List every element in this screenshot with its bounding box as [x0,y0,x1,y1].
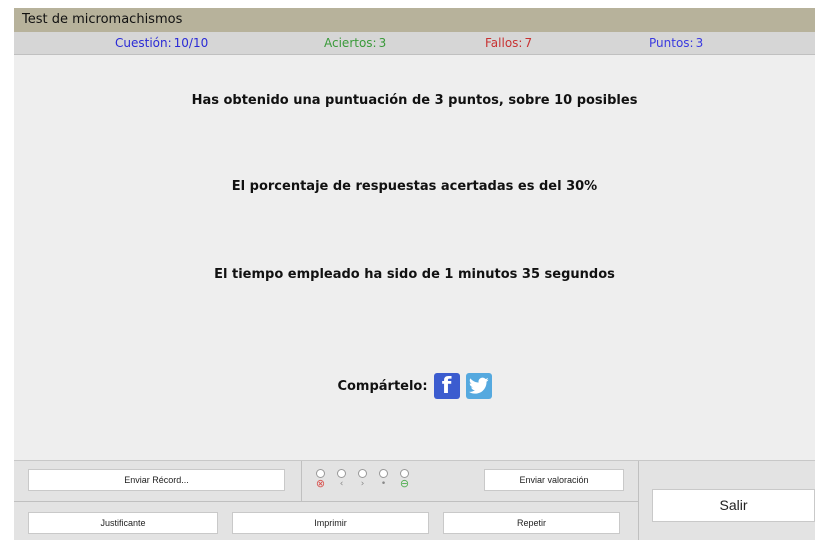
twitter-icon[interactable] [465,373,492,399]
facebook-glyph: f [441,374,452,399]
twitter-bird-icon [468,377,489,394]
exit-button[interactable]: Salir [652,489,815,522]
stats-bar: Cuestión: 10/10 Aciertos: 3 Fallos: 7 Punto… [14,32,815,55]
send-rating-button[interactable]: Enviar valoración [484,469,624,491]
share-label: Compártelo: [337,378,428,394]
rating-radio[interactable] [379,469,388,478]
rating-radio[interactable] [337,469,346,478]
rating-symbol: • [380,479,387,489]
rating-option-4[interactable]: • [373,467,394,493]
toolbar-divider [14,501,638,502]
rating-symbol: › [360,479,365,489]
fails-value: 7 [524,36,533,50]
points-label: Puntos: [649,36,694,50]
rating-symbol: ⊗ [315,477,326,490]
title-bar: Test de micromachismos [14,8,815,32]
points-counter: Puntos: 3 [649,32,703,54]
score-text: Has obtenido una puntuación de 3 puntos,… [191,93,638,108]
rating-symbol: ⊖ [399,477,410,490]
rating-symbol: ‹ [339,479,344,489]
bottom-toolbar: Enviar Récord... ⊗ ‹ › • ⊖ Enviar valora… [14,460,815,540]
quiz-window: Test de micromachismos Cuestión: 10/10 Ac… [14,8,815,540]
hits-counter: Aciertos: 3 [324,32,386,54]
rating-option-2[interactable]: ‹ [331,467,352,493]
rating-radio[interactable] [358,469,367,478]
fails-label: Fallos: [485,36,523,50]
time-text: El tiempo empleado ha sido de 1 minutos … [214,267,615,282]
fails-counter: Fallos: 7 [485,32,532,54]
results-panel: Has obtenido una puntuación de 3 puntos,… [14,55,815,460]
toolbar-divider [638,461,639,540]
window-title: Test de micromachismos [22,12,183,27]
hits-label: Aciertos: [324,36,377,50]
points-value: 3 [695,36,704,50]
facebook-icon[interactable]: f [433,373,460,399]
question-label: Cuestión: [115,36,172,50]
rating-option-5[interactable]: ⊖ [394,467,415,493]
rating-option-1[interactable]: ⊗ [310,467,331,493]
percentage-text: El porcentaje de respuestas acertadas es… [231,179,598,194]
toolbar-divider [301,461,302,501]
rating-option-3[interactable]: › [352,467,373,493]
question-value: 10/10 [173,36,209,50]
share-row: Compártelo: f [14,373,815,399]
rating-selector[interactable]: ⊗ ‹ › • ⊖ [310,467,415,493]
question-counter: Cuestión: 10/10 [115,32,208,54]
hits-value: 3 [378,36,387,50]
send-record-button[interactable]: Enviar Récord... [28,469,285,491]
